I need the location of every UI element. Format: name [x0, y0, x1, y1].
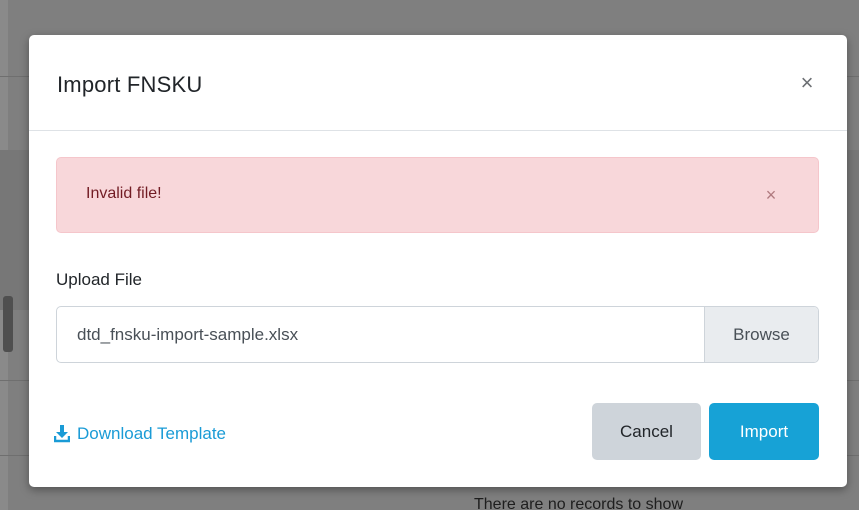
backdrop-scroll-handle [3, 296, 13, 352]
import-fnsku-modal: Import FNSKU × Invalid file! × Upload Fi… [29, 35, 847, 487]
download-template-label: Download Template [77, 424, 226, 443]
modal-header: Import FNSKU × [29, 35, 847, 131]
modal-title: Import FNSKU [57, 72, 203, 97]
download-template-link[interactable]: Download Template [54, 420, 226, 448]
file-input[interactable]: dtd_fnsku-import-sample.xlsx Browse [56, 306, 819, 363]
import-button[interactable]: Import [709, 403, 819, 460]
alert-message: Invalid file! [86, 185, 162, 202]
download-icon [54, 425, 70, 443]
close-icon[interactable]: × [795, 68, 819, 98]
empty-records-message: There are no records to show [474, 496, 683, 510]
cancel-button[interactable]: Cancel [592, 403, 701, 460]
upload-file-label: Upload File [56, 270, 142, 289]
alert-close-icon[interactable]: × [760, 183, 782, 207]
error-alert: Invalid file! × [56, 157, 819, 233]
selected-file-name: dtd_fnsku-import-sample.xlsx [77, 325, 299, 344]
browse-button[interactable]: Browse [704, 307, 818, 362]
